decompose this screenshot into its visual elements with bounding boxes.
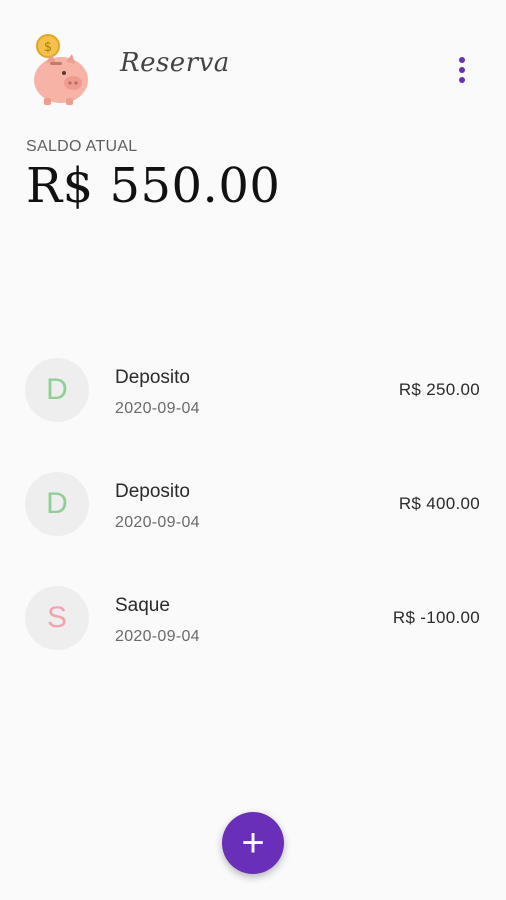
transaction-item[interactable]: D Deposito 2020-09-04 R$ 400.00	[0, 464, 506, 578]
transaction-date: 2020-09-04	[115, 514, 200, 531]
avatar-initial: D	[46, 373, 68, 406]
transaction-title: Deposito	[115, 367, 190, 388]
svg-text:$: $	[44, 40, 52, 55]
transaction-list: D Deposito 2020-09-04 R$ 250.00 D Deposi…	[0, 350, 506, 692]
avatar-initial: S	[46, 601, 67, 634]
transaction-date: 2020-09-04	[115, 400, 200, 417]
add-icon: +	[241, 821, 265, 865]
transaction-amount: R$ 400.00	[398, 494, 480, 513]
piggy-bank-logo-icon: $	[28, 32, 90, 106]
balance-label: SALDO ATUAL	[26, 138, 138, 155]
app-title: Reserva	[120, 48, 230, 78]
transaction-avatar: S	[25, 586, 89, 650]
avatar-initial: D	[46, 487, 68, 520]
transaction-date: 2020-09-04	[115, 628, 200, 645]
transaction-amount: R$ 250.00	[398, 380, 480, 399]
transaction-title: Deposito	[115, 481, 190, 502]
add-transaction-button[interactable]: +	[222, 812, 284, 874]
transaction-item[interactable]: D Deposito 2020-09-04 R$ 250.00	[0, 350, 506, 464]
app-header: $ Reserva	[0, 0, 506, 120]
transaction-title: Saque	[115, 595, 170, 616]
transaction-amount: R$ -100.00	[392, 608, 480, 627]
more-vert-icon	[459, 57, 465, 63]
transaction-item[interactable]: S Saque 2020-09-04 R$ -100.00	[0, 578, 506, 692]
overflow-menu-button[interactable]	[446, 50, 478, 90]
balance-value: R$ 550.00	[26, 158, 281, 214]
transaction-avatar: D	[25, 358, 89, 422]
transaction-avatar: D	[25, 472, 89, 536]
